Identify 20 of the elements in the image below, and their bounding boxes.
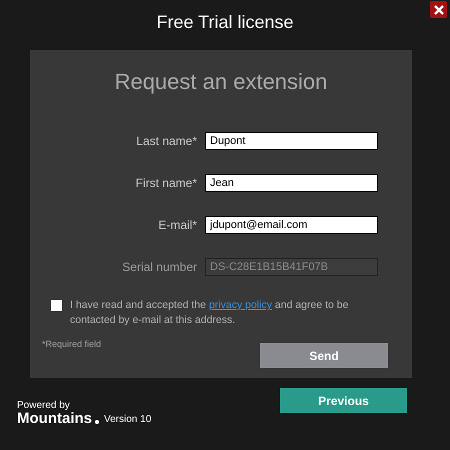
text-field[interactable]: Dupont [205, 132, 378, 150]
brand-logo: Mountains [17, 411, 92, 426]
consent-checkbox[interactable] [51, 300, 62, 311]
text-field[interactable]: jdupont@email.com [205, 216, 378, 234]
field-label: Last name* [135, 133, 198, 150]
form-heading: Request an extension [114, 68, 328, 96]
close-icon [434, 4, 444, 14]
field-label: First name* [134, 175, 198, 192]
privacy-policy-link[interactable]: privacy policy [208, 299, 272, 311]
field-label: E-mail* [157, 217, 198, 234]
version-text: Version 10 [104, 414, 152, 426]
field-label: Serial number [121, 259, 198, 276]
powered-by-text: Powered by [17, 400, 71, 411]
consent-text: I have read and accepted the privacy policy and agree to be contacted by e-mail at this address. [70, 298, 350, 328]
previous-button[interactable]: Previous [280, 388, 407, 413]
close-button[interactable] [430, 1, 447, 18]
window-title: Free Trial license [156, 11, 294, 34]
text-field[interactable]: Jean [205, 174, 378, 192]
required-note: *Required field [42, 338, 102, 351]
dot-icon [95, 420, 99, 424]
